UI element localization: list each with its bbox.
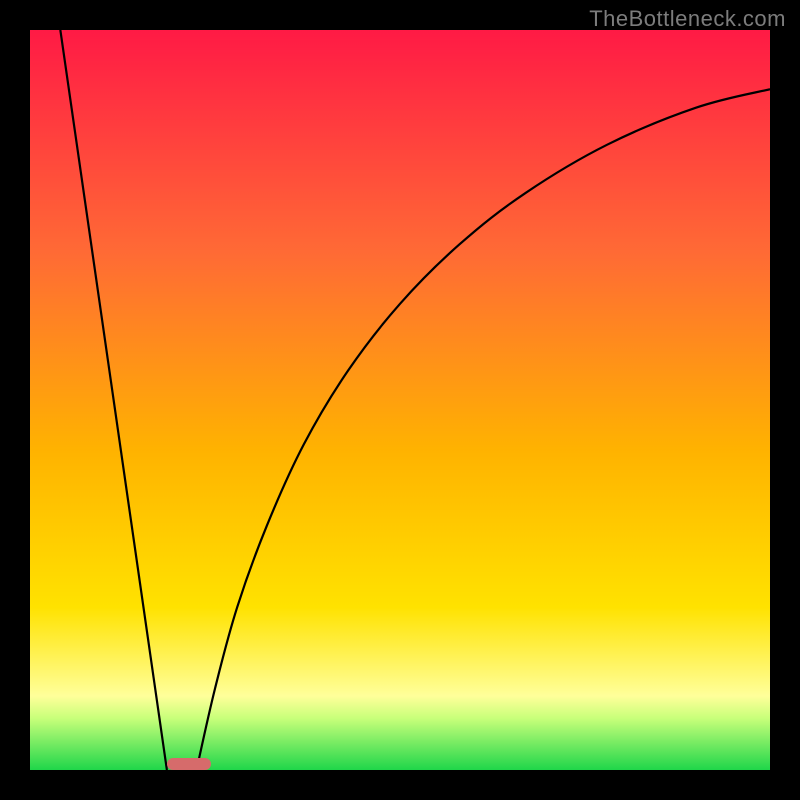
bottleneck-curve <box>30 30 770 770</box>
curve-left-segment <box>60 30 167 770</box>
curve-right-segment <box>197 89 771 770</box>
chart-frame: TheBottleneck.com <box>0 0 800 800</box>
plot-area <box>30 30 770 770</box>
minimum-marker <box>167 758 211 770</box>
watermark-text: TheBottleneck.com <box>589 6 786 32</box>
